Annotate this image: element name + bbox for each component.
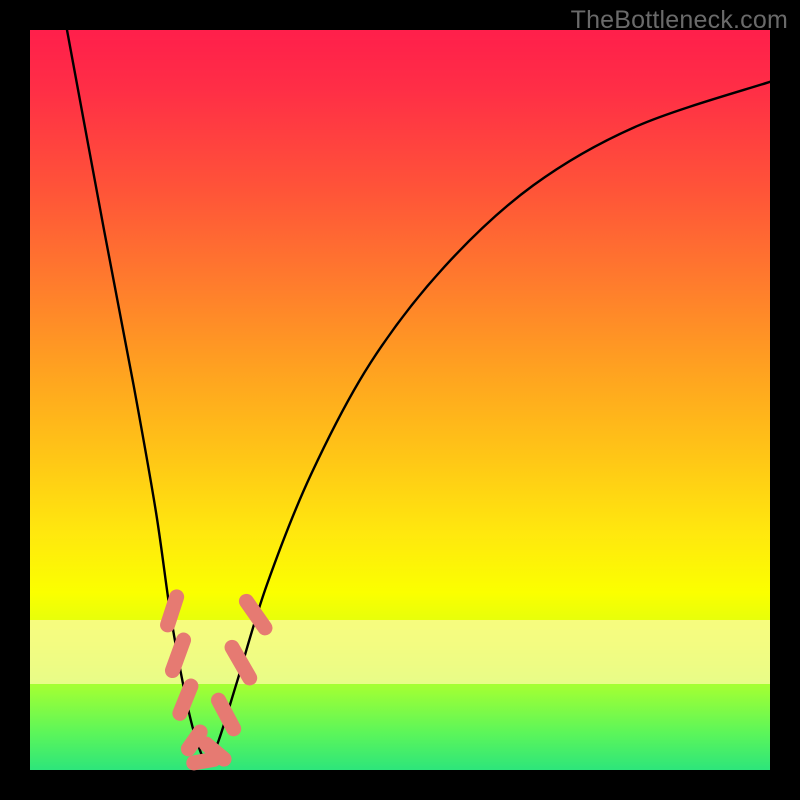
plot-area bbox=[30, 30, 770, 770]
curve-marker bbox=[208, 690, 243, 739]
curve-marker bbox=[158, 587, 186, 634]
curve-marker bbox=[170, 676, 201, 723]
curve-marker bbox=[222, 637, 260, 688]
curve-marker bbox=[163, 630, 193, 680]
curve-layer bbox=[30, 30, 770, 770]
curve-marker bbox=[236, 591, 275, 638]
chart-card: TheBottleneck.com bbox=[0, 0, 800, 800]
curve-markers bbox=[158, 587, 275, 771]
